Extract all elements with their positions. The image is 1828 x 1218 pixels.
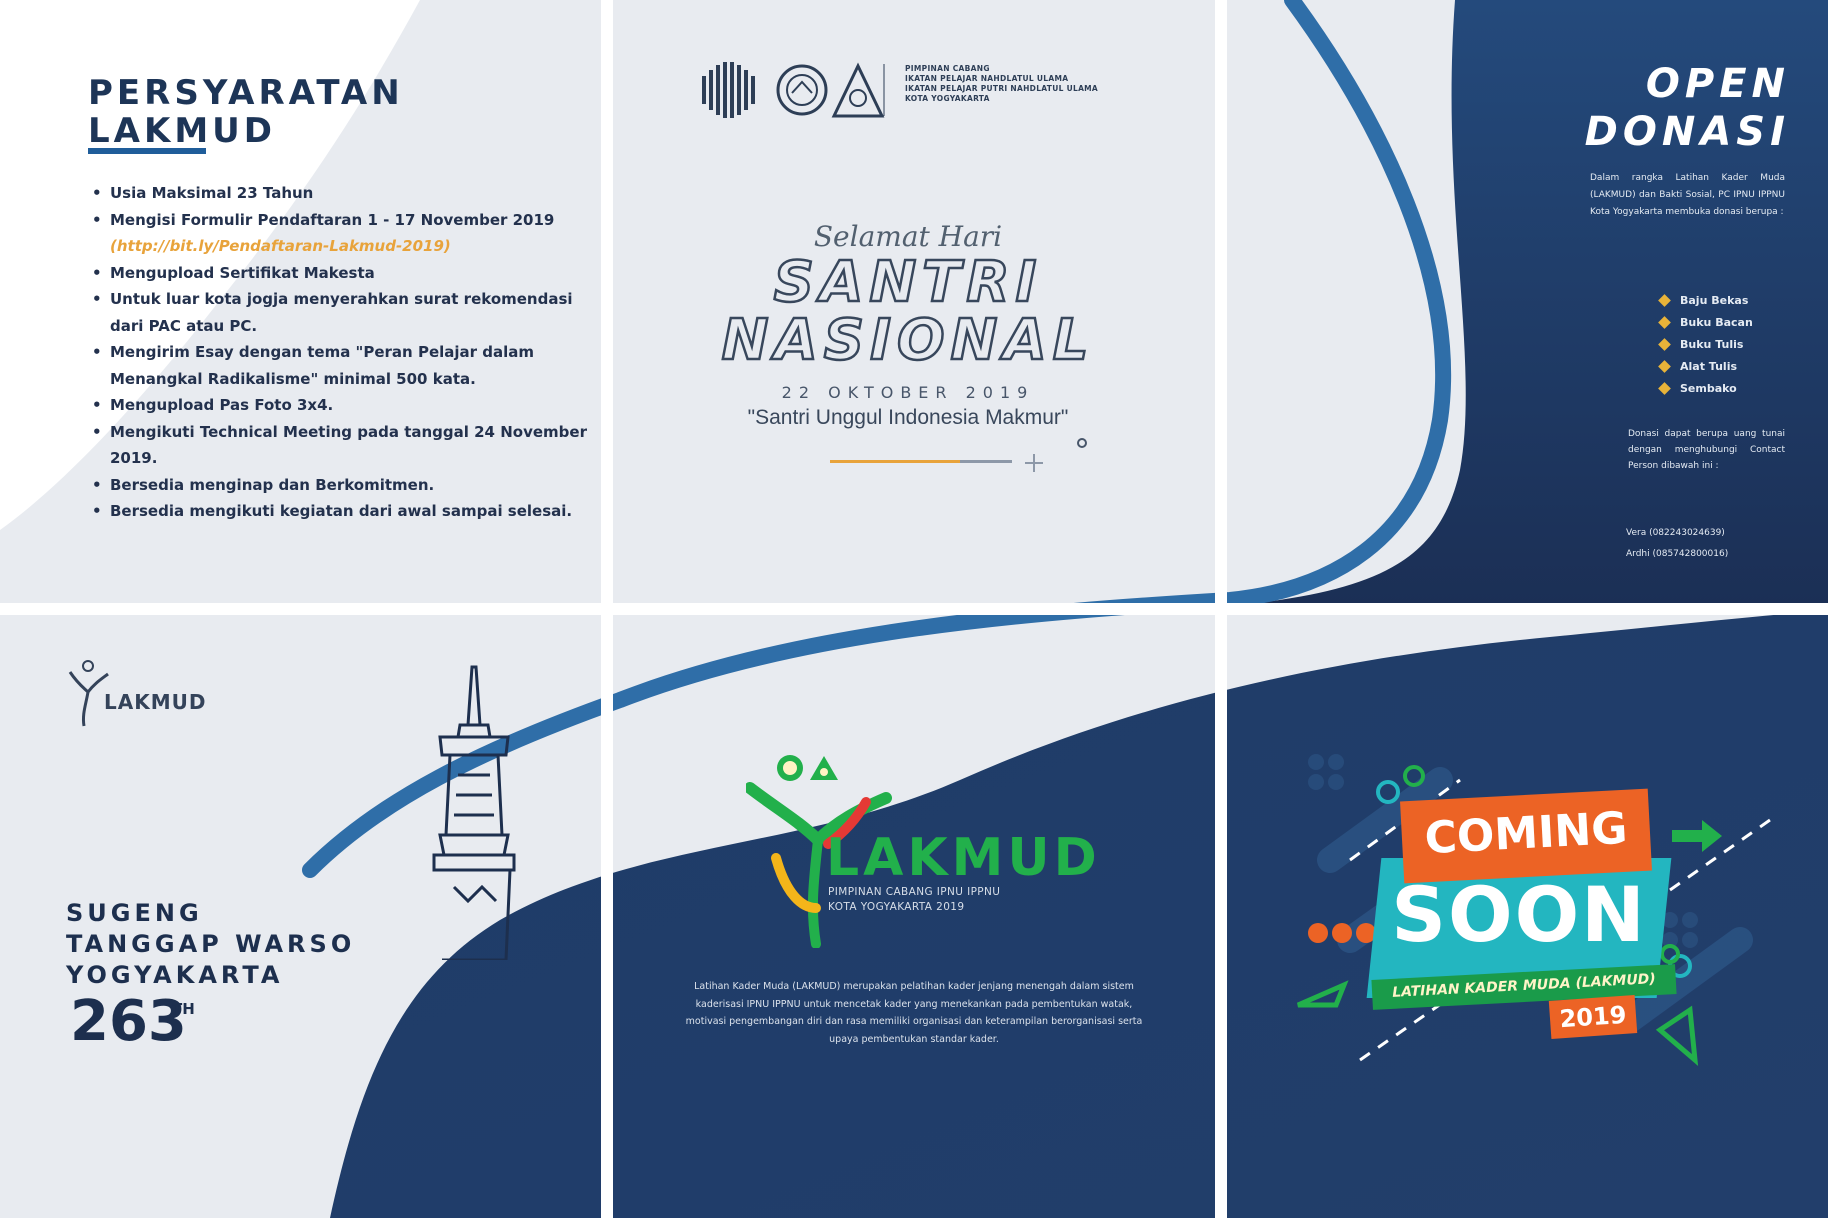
list-item: Alat Tulis xyxy=(1656,356,1753,378)
greeting-text: Selamat Hari xyxy=(813,220,1003,253)
plus-decor-icon xyxy=(1025,454,1043,472)
requirements-title-line1: PERSYARATAN xyxy=(88,73,404,113)
list-item: Usia Maksimal 23 Tahun xyxy=(88,180,588,207)
list-item: Sembako xyxy=(1656,378,1753,400)
lakmud-description: Latihan Kader Muda (LAKMUD) merupakan pe… xyxy=(685,981,1143,1045)
list-item: Mengisi Formulir Pendaftaran 1 - 17 Nove… xyxy=(88,207,588,260)
org-barcode-logo xyxy=(702,62,755,118)
requirements-title: PERSYARATAN LAKMUD xyxy=(88,74,404,150)
organization-name: PIMPINAN CABANG IKATAN PELAJAR NAHDLATUL… xyxy=(905,64,1099,103)
year-text: 2019 xyxy=(1558,1000,1628,1034)
donation-note: Donasi dapat berupa uang tunai dengan me… xyxy=(1628,429,1785,471)
decor-line-grey xyxy=(960,460,1012,463)
instagram-grid: PERSYARATAN LAKMUD Usia Maksimal 23 Tahu… xyxy=(0,0,1828,1218)
contact-persons: Vera (082243024639) Ardhi (085742800016) xyxy=(1626,523,1728,565)
gutter-horizontal xyxy=(0,603,1828,615)
donation-title: OPEN DONASI xyxy=(1584,61,1790,155)
list-item: Mengirim Esay dengan tema "Peran Pelajar… xyxy=(88,339,588,392)
anniversary-number: 263 xyxy=(70,989,187,1054)
title-underline xyxy=(88,148,206,154)
anniversary-text: SUGENG TANGGAP WARSO YOGYAKARTA xyxy=(66,899,356,989)
ordinal-suffix: TH xyxy=(172,1000,195,1018)
donation-intro: Dalam rangka Latihan Kader Muda (LAKMUD)… xyxy=(1590,173,1785,217)
list-item: Mengupload Pas Foto 3x4. xyxy=(88,392,588,419)
list-item: Baju Bekas xyxy=(1656,290,1753,312)
list-item: Bersedia mengikuti kegiatan dari awal sa… xyxy=(88,498,588,525)
list-item: Mengupload Sertifikat Makesta xyxy=(88,260,588,287)
contact-item: Ardhi (085742800016) xyxy=(1626,549,1729,559)
lakmud-wordmark: LAKMUD xyxy=(826,828,1101,888)
list-item: Mengikuti Technical Meeting pada tanggal… xyxy=(88,419,588,472)
requirements-list: Usia Maksimal 23 Tahun Mengisi Formulir … xyxy=(88,180,588,525)
decor-line-orange xyxy=(830,460,960,463)
list-item: Bersedia menginap dan Berkomitmen. xyxy=(88,472,588,499)
tagline: "Santri Unggul Indonesia Makmur" xyxy=(747,406,1069,429)
requirements-title-line2: LAKMUD xyxy=(88,111,276,151)
contact-item: Vera (082243024639) xyxy=(1626,528,1725,538)
registration-link[interactable]: (http://bit.ly/Pendaftaran-Lakmud-2019) xyxy=(110,233,588,260)
list-item: Buku Bacan xyxy=(1656,312,1753,334)
event-date: 22 OKTOBER 2019 xyxy=(781,383,1035,402)
donation-items-list: Baju Bekas Buku Bacan Buku Tulis Alat Tu… xyxy=(1656,290,1753,400)
tugu-monument-illustration xyxy=(432,665,516,960)
ipnu-ippnu-emblem xyxy=(776,62,885,118)
lakmud-logo-text: LAKMUD xyxy=(104,690,207,714)
lakmud-subtitle: PIMPINAN CABANG IPNU IPPNU KOTA YOGYAKAR… xyxy=(828,886,1001,913)
soon-text: SOON xyxy=(1391,870,1647,959)
circle-decor-icon xyxy=(1077,438,1087,448)
list-item: Buku Tulis xyxy=(1656,334,1753,356)
list-item: Untuk luar kota jogja menyerahkan surat … xyxy=(88,286,588,339)
santri-nasional-title: SANTRI NASIONAL xyxy=(720,250,1095,373)
